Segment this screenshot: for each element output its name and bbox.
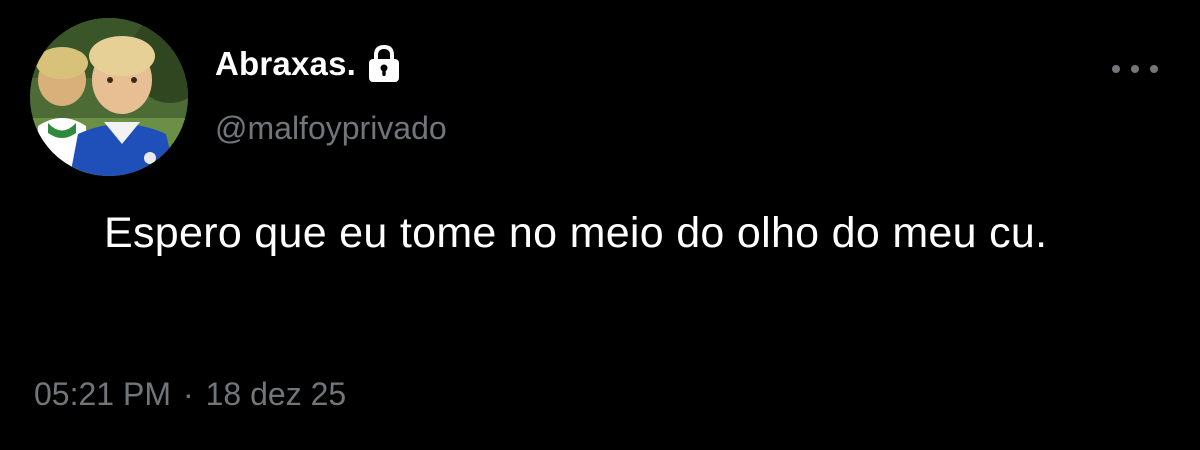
more-options-button[interactable] xyxy=(1112,56,1158,82)
tweet-time: 05:21 PM xyxy=(34,376,171,412)
timestamp[interactable]: 05:21 PM · 18 dez 25 xyxy=(34,376,346,413)
more-horizontal-icon xyxy=(1131,65,1139,73)
display-name-row: Abraxas. xyxy=(215,42,402,86)
timestamp-separator: · xyxy=(182,376,194,412)
tweet-text: Espero que eu tome no meio do olho do me… xyxy=(104,209,1048,257)
display-name[interactable]: Abraxas. xyxy=(215,45,356,83)
more-horizontal-icon xyxy=(1112,65,1120,73)
lock-icon xyxy=(366,44,402,84)
avatar-photo xyxy=(30,18,188,176)
avatar[interactable] xyxy=(30,18,188,176)
user-handle[interactable]: @malfoyprivado xyxy=(215,110,447,147)
tweet-date: 18 dez 25 xyxy=(205,376,347,412)
more-horizontal-icon xyxy=(1150,65,1158,73)
tweet-card: Abraxas. @malfoyprivado Espero que eu to… xyxy=(0,0,1200,450)
